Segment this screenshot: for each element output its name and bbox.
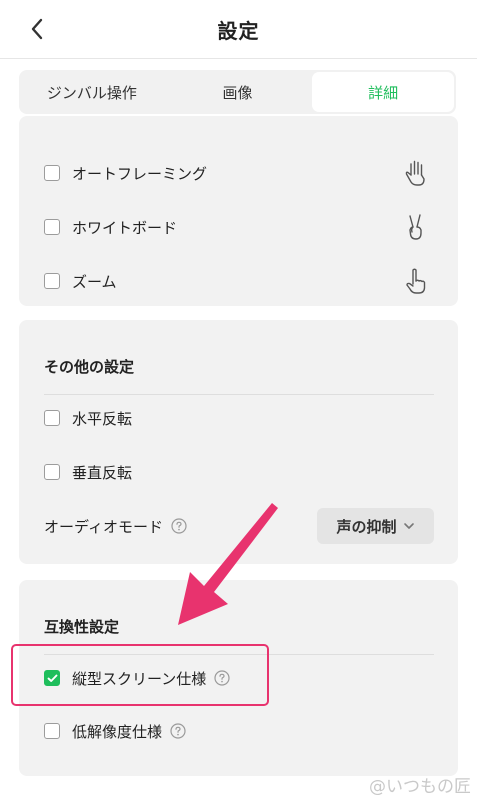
whiteboard-checkbox[interactable] — [44, 219, 60, 235]
chevron-down-icon — [403, 523, 414, 529]
watermark: @いつもの匠 — [369, 777, 471, 797]
tab-image[interactable]: 画像 — [167, 72, 309, 112]
autoframing-checkbox[interactable] — [44, 165, 60, 181]
vertical-flip-checkbox[interactable] — [44, 464, 60, 480]
other-settings-title: その他の設定 — [44, 358, 135, 376]
autoframing-label: オートフレーミング — [72, 164, 208, 183]
tab-details[interactable]: 詳細 — [312, 72, 455, 112]
pointing-hand-icon — [406, 268, 426, 294]
audio-mode-label: オーディオモード — [44, 517, 163, 536]
low-resolution-row[interactable]: 低解像度仕様 — [44, 716, 434, 746]
tab-bar: ジンバル操作 画像 詳細 — [19, 70, 456, 114]
audio-mode-value: 声の抑制 — [336, 517, 397, 536]
other-settings-card: その他の設定 水平反転 垂直反転 オーディオモード 声の抑制 — [19, 320, 458, 564]
whiteboard-row[interactable]: ホワイトボード — [44, 212, 434, 242]
help-icon[interactable] — [170, 723, 186, 739]
gesture-settings-card: オートフレーミング ホワイトボード ズーム — [19, 116, 458, 306]
help-icon[interactable] — [171, 518, 187, 534]
open-palm-icon — [405, 160, 425, 186]
autoframing-row[interactable]: オートフレーミング — [44, 158, 434, 188]
tab-gimbal-control[interactable]: ジンバル操作 — [21, 72, 163, 112]
page-title: 設定 — [217, 19, 260, 43]
horizontal-flip-label: 水平反転 — [72, 409, 133, 428]
horizontal-flip-checkbox[interactable] — [44, 410, 60, 426]
section-divider — [44, 394, 434, 395]
horizontal-flip-row[interactable]: 水平反転 — [44, 403, 434, 433]
low-resolution-label: 低解像度仕様 — [72, 722, 163, 741]
low-resolution-checkbox[interactable] — [44, 723, 60, 739]
zoom-checkbox[interactable] — [44, 273, 60, 289]
header-bar: 設定 — [0, 0, 477, 59]
zoom-row[interactable]: ズーム — [44, 266, 434, 296]
v-sign-icon — [409, 214, 422, 240]
compatibility-title: 互換性設定 — [44, 618, 120, 636]
audio-mode-dropdown[interactable]: 声の抑制 — [317, 508, 434, 544]
annotation-highlight-box — [11, 644, 269, 706]
vertical-flip-label: 垂直反転 — [72, 463, 133, 482]
zoom-label: ズーム — [72, 272, 117, 291]
whiteboard-label: ホワイトボード — [72, 218, 178, 237]
vertical-flip-row[interactable]: 垂直反転 — [44, 457, 434, 487]
